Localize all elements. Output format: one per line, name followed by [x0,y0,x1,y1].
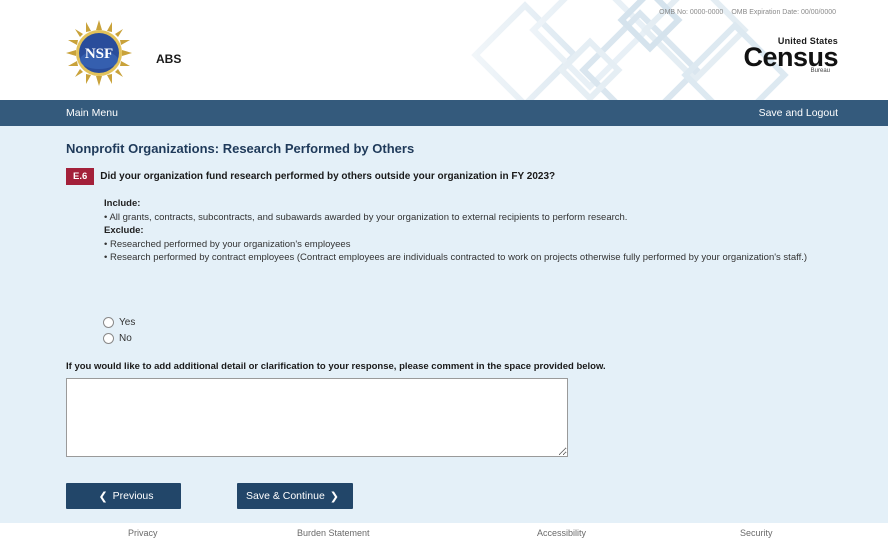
radio-yes[interactable]: Yes [103,314,135,330]
radio-no[interactable]: No [103,330,135,346]
save-continue-button[interactable]: Save & Continue ❯ [237,483,353,509]
header: OMB No: 0000-0000 OMB Expiration Date: 0… [0,0,888,100]
footer-privacy-link[interactable]: Privacy [128,528,158,538]
radio-circle-icon[interactable] [103,332,114,344]
radio-no-label: No [119,332,132,344]
chevron-left-icon: ❮ [98,490,108,503]
main-content: Nonprofit Organizations: Research Perfor… [0,126,888,523]
nsf-logo-text: NSF [85,46,113,62]
save-continue-button-label: Save & Continue [245,490,325,502]
census-logo: United States Census Bureau [743,36,838,86]
footer-accessibility-link[interactable]: Accessibility [537,528,586,538]
nsf-logo-icon: NSF [66,20,132,86]
question-text: Did your organization fund research perf… [100,171,556,182]
app-name: ABS [156,52,182,66]
footer-burden-link[interactable]: Burden Statement [297,528,370,538]
answer-radio-group: Yes No [103,314,135,346]
page-title: Nonprofit Organizations: Research Perfor… [66,141,415,156]
omb-expiration: OMB Expiration Date: 00/00/0000 [731,9,836,16]
question-number-badge: E.6 [66,168,95,185]
footer: Privacy Burden Statement Accessibility S… [0,523,888,539]
chevron-right-icon: ❯ [329,490,340,503]
previous-button-label: Previous [112,490,154,502]
save-logout-link[interactable]: Save and Logout [759,107,838,119]
omb-number: OMB No: 0000-0000 [659,9,724,16]
instructions: Include: • All grants, contracts, subcon… [104,197,844,265]
comment-label: If you would like to add additional deta… [66,361,606,372]
menu-bar: Main Menu Save and Logout [0,100,888,126]
radio-yes-label: Yes [119,316,136,328]
include-item: • All grants, contracts, subcontracts, a… [104,211,628,223]
census-logo-word: Census [743,42,838,72]
main-menu-link[interactable]: Main Menu [66,107,118,119]
header-top-links: OMB No: 0000-0000 OMB Expiration Date: 0… [659,9,836,16]
exclude-item: • Research performed by contract employe… [104,252,808,263]
include-label: Include: [104,198,141,209]
comment-textarea[interactable] [66,378,568,457]
exclude-item: • Researched performed by your organizat… [104,238,351,250]
exclude-label: Exclude: [104,225,144,236]
question-row: E.6 Did your organization fund research … [66,168,555,185]
radio-circle-icon[interactable] [103,316,114,328]
previous-button[interactable]: ❮ Previous [66,483,181,509]
footer-security-link[interactable]: Security [740,528,773,538]
